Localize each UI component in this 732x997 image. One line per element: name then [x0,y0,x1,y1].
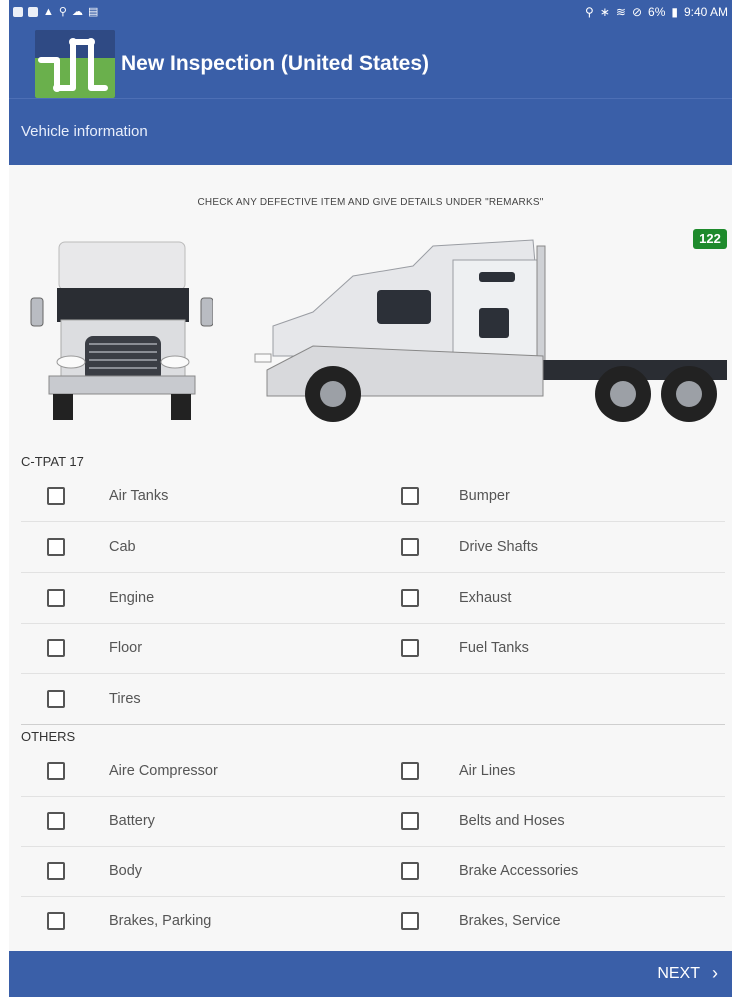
checkbox[interactable] [401,589,419,607]
check-item-label: Air Lines [459,763,516,779]
check-item-belts-and-hoses[interactable]: Belts and Hoses [401,796,565,846]
checkbox[interactable] [401,862,419,880]
checkbox[interactable] [47,589,65,607]
checklist-row: Engine Exhaust [21,573,725,624]
section-label-ctpat: C-TPAT 17 [21,454,84,469]
check-item-brakes-parking[interactable]: Brakes, Parking [47,896,211,946]
check-item-label: Brakes, Service [459,913,561,929]
check-item-drive-shafts[interactable]: Drive Shafts [401,522,538,572]
check-item-label: Aire Compressor [109,763,218,779]
check-item-label: Belts and Hoses [459,813,565,829]
check-item-label: Body [109,863,143,879]
check-item-label: Bumper [459,488,510,504]
checkbox[interactable] [47,762,65,780]
check-item-brake-accessories[interactable]: Brake Accessories [401,846,578,896]
check-item-label: Fuel Tanks [459,640,529,656]
app-logo [35,30,115,98]
checklist-row: Brakes, Parking Brakes, Service [21,896,725,946]
check-item-body[interactable]: Body [47,846,142,896]
checkbox[interactable] [401,487,419,505]
check-item-label: Air Tanks [109,488,169,504]
checkbox[interactable] [401,912,419,930]
checklist-row: Tires [21,674,725,725]
check-item-air-tanks[interactable]: Air Tanks [47,471,168,521]
check-item-label: Battery [109,813,155,829]
truck-side-illustration [254,239,727,422]
status-icons-left: ▲ ⚲ ☁ ▤ [13,5,98,18]
mail-icon [13,6,23,17]
section-header: Vehicle information [9,98,732,165]
bottom-bar: NEXT › [9,951,732,997]
check-item-bumper[interactable]: Bumper [401,471,510,521]
bluetooth-icon: ∗ [599,5,610,19]
checkbox[interactable] [47,690,65,708]
chevron-right-icon: › [712,963,718,983]
checkbox[interactable] [401,538,419,556]
page-title: New Inspection (United States) [121,52,430,75]
status-time: 9:40 AM [683,5,728,19]
checklist-row: Cab Drive Shafts [21,522,725,573]
checkbox[interactable] [401,639,419,657]
next-label: NEXT [657,964,700,982]
check-item-cab[interactable]: Cab [47,522,136,572]
checklist-row: Body Brake Accessories [21,846,725,897]
check-item-label: Exhaust [459,590,512,606]
warning-icon: ▲ [43,5,54,18]
check-item-air-lines[interactable]: Air Lines [401,746,515,796]
check-item-floor[interactable]: Floor [47,623,142,673]
checkbox[interactable] [47,639,65,657]
checklist-row: Air Tanks Bumper [21,471,725,522]
blocked-icon: ⊘ [631,5,643,19]
check-item-tires[interactable]: Tires [47,674,141,724]
next-button[interactable]: NEXT › [657,963,718,984]
check-item-label: Drive Shafts [459,539,538,555]
checklist-row: Battery Belts and Hoses [21,796,725,847]
check-item-label: Engine [109,590,155,606]
app-screen: ▲ ⚲ ☁ ▤ ⚲ ∗ ≋ ⊘ 6% ▮ 9:40 AM New Inspect… [9,0,732,997]
checkbox[interactable] [47,538,65,556]
check-item-engine[interactable]: Engine [47,573,154,623]
check-item-aire-compressor[interactable]: Aire Compressor [47,746,218,796]
checkbox[interactable] [47,912,65,930]
checkbox[interactable] [401,812,419,830]
battery-icon: ▮ [671,5,678,19]
checklist-row: Floor Fuel Tanks [21,623,725,674]
cloud-icon: ☁ [71,6,83,18]
app-bar: New Inspection (United States) [9,24,732,98]
truck-front-illustration [30,241,213,420]
checkbox[interactable] [47,487,65,505]
check-item-battery[interactable]: Battery [47,796,155,846]
location-icon: ⚲ [585,5,594,19]
checkbox[interactable] [401,762,419,780]
check-item-fuel-tanks[interactable]: Fuel Tanks [401,623,529,673]
image-icon [28,6,38,17]
battery-percent: 6% [648,5,666,19]
check-item-label: Tires [109,691,141,707]
wifi-icon: ≋ [615,5,626,19]
check-item-label: Floor [109,640,143,656]
status-bar: ▲ ⚲ ☁ ▤ ⚲ ∗ ≋ ⊘ 6% ▮ 9:40 AM [9,0,732,24]
check-item-label: Brake Accessories [459,863,579,879]
instruction-text: CHECK ANY DEFECTIVE ITEM AND GIVE DETAIL… [197,197,544,208]
checkbox[interactable] [47,812,65,830]
status-icons-right: ⚲ ∗ ≋ ⊘ 6% ▮ 9:40 AM [585,5,728,19]
check-item-exhaust[interactable]: Exhaust [401,573,511,623]
usb-icon: ⚲ [58,6,67,18]
section-label-others: OTHERS [21,729,76,744]
checkbox[interactable] [47,862,65,880]
sim-icon: ▤ [87,6,99,18]
section-title: Vehicle information [21,123,148,140]
check-item-brakes-service[interactable]: Brakes, Service [401,896,561,946]
check-item-label: Brakes, Parking [109,913,212,929]
checklist-row: Aire Compressor Air Lines [21,746,725,797]
check-item-label: Cab [109,539,136,555]
